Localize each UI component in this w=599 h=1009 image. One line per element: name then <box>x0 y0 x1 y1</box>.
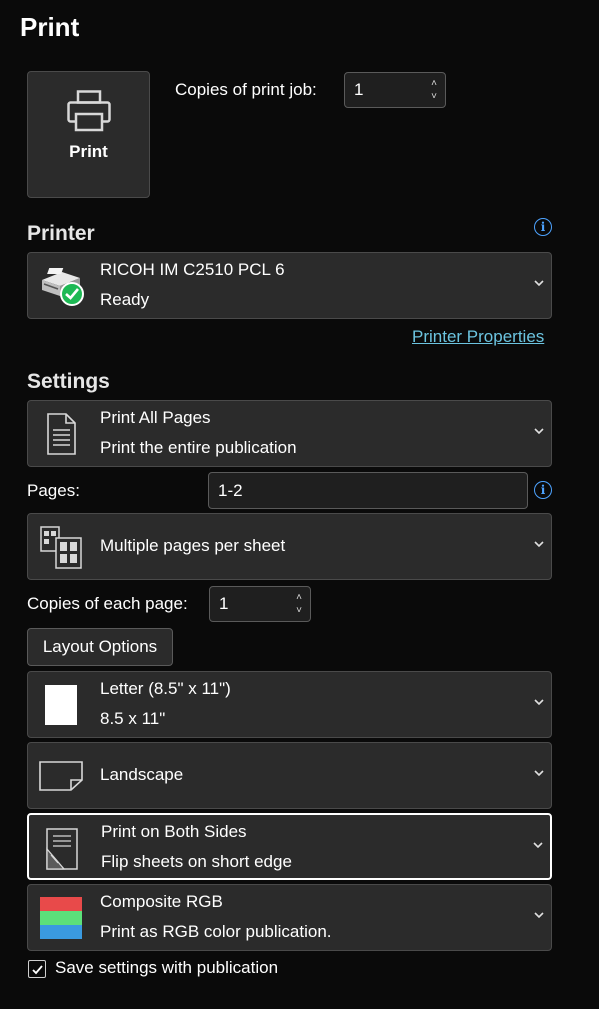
paper-size-title: Letter (8.5" x 11") <box>100 679 231 698</box>
layout-title: Multiple pages per sheet <box>100 536 286 555</box>
printer-ready-icon <box>34 260 88 312</box>
copies-job-label: Copies of print job: <box>175 80 317 99</box>
save-settings-label[interactable]: Save settings with publication <box>55 958 278 978</box>
printer-status: Ready <box>100 290 150 309</box>
pages-info-icon[interactable]: i <box>534 481 552 499</box>
color-mode-dropdown[interactable]: Composite RGB Print as RGB color publica… <box>27 884 552 951</box>
layout-dropdown[interactable]: Multiple pages per sheet <box>27 513 552 580</box>
page-title: Print <box>20 12 80 42</box>
stepper-arrows[interactable]: ˄ ˅ <box>288 587 310 621</box>
printer-name: RICOH IM C2510 PCL 6 <box>100 260 285 279</box>
orientation-dropdown[interactable]: Landscape <box>27 742 552 809</box>
copies-page-label: Copies of each page: <box>27 594 188 613</box>
duplex-dropdown[interactable]: Print on Both Sides Flip sheets on short… <box>27 813 552 880</box>
layout-options-button[interactable]: Layout Options <box>27 628 173 666</box>
document-icon <box>34 408 88 460</box>
save-settings-checkbox[interactable] <box>28 960 46 978</box>
pages-value: 1-2 <box>218 480 243 500</box>
chevron-up-icon[interactable]: ˄ <box>296 591 302 604</box>
settings-heading: Settings <box>27 370 110 393</box>
chevron-down-icon[interactable]: ˅ <box>296 604 302 617</box>
chevron-down-icon <box>534 280 544 287</box>
checkmark-icon <box>31 964 43 974</box>
print-button[interactable]: Print <box>27 71 150 198</box>
copies-page-value: 1 <box>219 594 229 613</box>
chevron-down-icon <box>534 428 544 435</box>
duplex-title: Print on Both Sides <box>101 822 247 841</box>
printer-properties-link[interactable]: Printer Properties <box>412 327 544 347</box>
chevron-down-icon <box>533 842 543 849</box>
copies-job-stepper[interactable]: 1 ˄ ˅ <box>344 72 446 108</box>
printer-heading: Printer <box>27 222 95 245</box>
chevron-down-icon[interactable]: ˅ <box>431 90 437 103</box>
copies-page-stepper[interactable]: 1 ˄ ˅ <box>209 586 311 622</box>
landscape-icon <box>34 750 88 802</box>
paper-size-subtitle: 8.5 x 11" <box>100 709 166 728</box>
chevron-up-icon[interactable]: ˄ <box>431 77 437 90</box>
paper-icon <box>34 679 88 731</box>
copies-job-value: 1 <box>354 80 364 99</box>
printer-info-icon[interactable]: i <box>534 218 552 236</box>
print-button-label: Print <box>69 142 108 161</box>
pages-input[interactable]: 1-2 <box>208 472 528 509</box>
pages-label: Pages: <box>27 481 80 500</box>
stepper-arrows[interactable]: ˄ ˅ <box>423 73 445 107</box>
chevron-down-icon <box>534 912 544 919</box>
printer-icon <box>66 90 111 132</box>
multiple-pages-icon <box>34 521 88 573</box>
page-range-dropdown[interactable]: Print All Pages Print the entire publica… <box>27 400 552 467</box>
chevron-down-icon <box>534 699 544 706</box>
chevron-down-icon <box>534 770 544 777</box>
orientation-title: Landscape <box>100 765 184 784</box>
paper-size-dropdown[interactable]: Letter (8.5" x 11") 8.5 x 11" <box>27 671 552 738</box>
duplex-icon <box>35 822 89 874</box>
duplex-subtitle: Flip sheets on short edge <box>101 852 292 871</box>
color-mode-title: Composite RGB <box>100 892 223 911</box>
color-mode-subtitle: Print as RGB color publication. <box>100 922 332 941</box>
rgb-color-icon <box>34 892 88 944</box>
page-range-subtitle: Print the entire publication <box>100 438 297 457</box>
chevron-down-icon <box>534 541 544 548</box>
printer-dropdown[interactable]: RICOH IM C2510 PCL 6 Ready <box>27 252 552 319</box>
page-range-title: Print All Pages <box>100 408 211 427</box>
